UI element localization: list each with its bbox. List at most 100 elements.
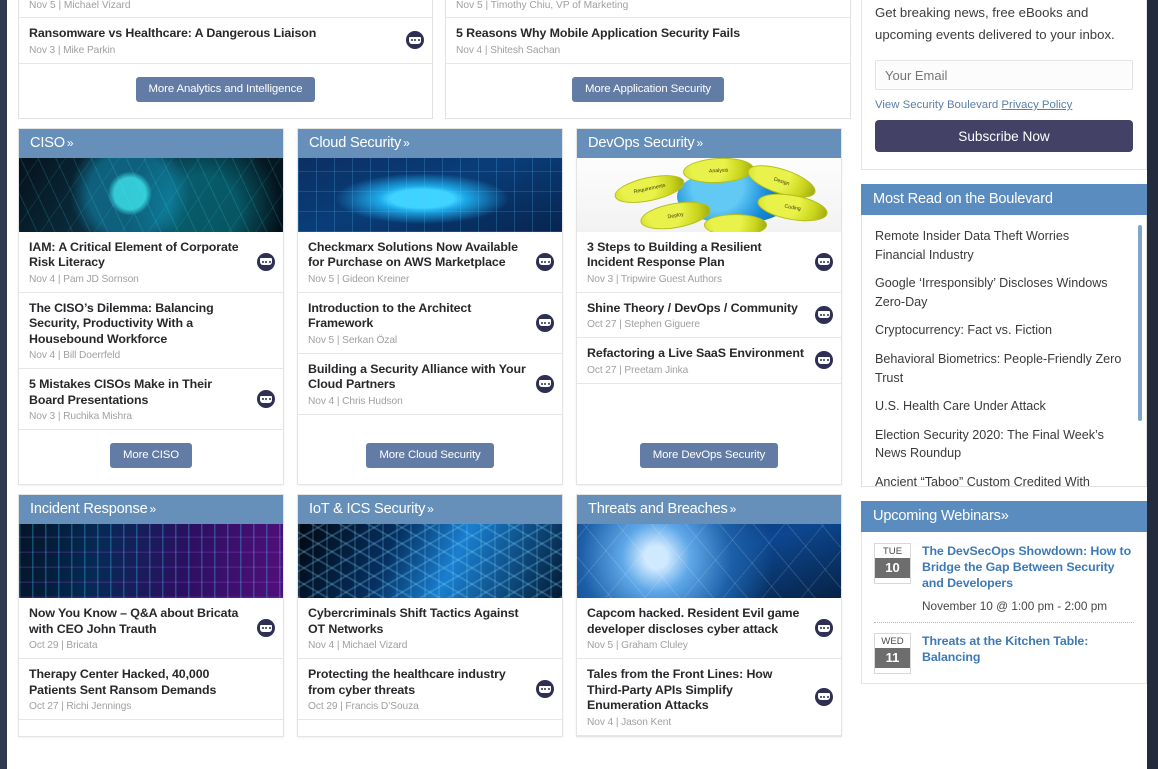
article-row[interactable]: 5 Mistakes CISOs Make in Their Board Pre… bbox=[19, 369, 283, 430]
subscribe-now-button[interactable]: Subscribe Now bbox=[875, 120, 1133, 152]
article-title[interactable]: Capcom hacked. Resident Evil game develo… bbox=[587, 606, 807, 637]
article-row[interactable]: Therapy Center Hacked, 40,000 Patients S… bbox=[19, 659, 283, 720]
ciso-thumbnail-image[interactable] bbox=[19, 157, 283, 232]
article-title[interactable]: Introduction to the Architect Framework bbox=[308, 301, 528, 332]
article-row[interactable]: IAM: A Critical Element of Corporate Ris… bbox=[19, 232, 283, 293]
article-title[interactable]: Building a Security Alliance with Your C… bbox=[308, 362, 528, 393]
comments-icon[interactable] bbox=[536, 374, 554, 393]
most-read-item[interactable]: U.S. Health Care Under Attack bbox=[875, 397, 1132, 416]
article-title[interactable]: Shine Theory / DevOps / Community bbox=[587, 301, 807, 317]
incident-response-thumbnail-image[interactable] bbox=[19, 524, 283, 598]
more-devops-security-button[interactable]: More DevOps Security bbox=[639, 443, 779, 468]
article-title[interactable]: 5 Mistakes CISOs Make in Their Board Pre… bbox=[29, 377, 249, 408]
email-input[interactable] bbox=[875, 60, 1133, 90]
comment-bubble bbox=[539, 319, 551, 326]
article-title[interactable]: 5 Reasons Why Mobile Application Securit… bbox=[456, 26, 816, 42]
comments-icon[interactable] bbox=[536, 252, 554, 271]
more-analytics-and-intelligence-button[interactable]: More Analytics and Intelligence bbox=[135, 76, 316, 102]
category-header-devops-security[interactable]: DevOps Security» bbox=[577, 128, 841, 158]
webinar-title-link[interactable]: Threats at the Kitchen Table: Balancing bbox=[922, 633, 1134, 665]
article-title[interactable]: Tales from the Front Lines: How Third-Pa… bbox=[587, 667, 807, 714]
upcoming-webinars-header[interactable]: Upcoming Webinars» bbox=[861, 501, 1147, 532]
article-row[interactable]: Checkmarx Solutions Now Available for Pu… bbox=[298, 232, 562, 293]
category-header-incident-response[interactable]: Incident Response» bbox=[19, 495, 283, 524]
webinar-item[interactable]: TUE 10 The DevSecOps Showdown: How to Brid… bbox=[874, 543, 1134, 622]
chevron-right-icon: » bbox=[149, 502, 156, 516]
privacy-policy-link[interactable]: Privacy Policy bbox=[1001, 99, 1072, 111]
article-row[interactable]: Tales from the Front Lines: How Third-Pa… bbox=[577, 659, 841, 736]
article-row[interactable]: 3 Steps to Building a Resilient Incident… bbox=[577, 232, 841, 293]
more-ciso-button[interactable]: More CISO bbox=[109, 443, 193, 468]
comments-icon[interactable] bbox=[815, 305, 833, 324]
comments-icon[interactable] bbox=[815, 619, 833, 637]
chevron-right-icon: » bbox=[66, 135, 74, 150]
comments-icon[interactable] bbox=[257, 252, 275, 271]
most-read-item[interactable]: Behavioral Biometrics: People-Friendly Z… bbox=[875, 350, 1132, 387]
article-title[interactable]: 3 Steps to Building a Resilient Incident… bbox=[587, 240, 807, 271]
category-header-threats-and-breaches[interactable]: Threats and Breaches» bbox=[577, 495, 841, 524]
webinar-title-link[interactable]: The DevSecOps Showdown: How to Bridge th… bbox=[922, 543, 1134, 592]
cloud-security-thumbnail-image[interactable] bbox=[298, 157, 562, 232]
article-row[interactable]: Now You Know – Q&A about Bricata with CE… bbox=[19, 598, 283, 659]
webinar-item[interactable]: WED 11 Threats at the Kitchen Table: Balan… bbox=[874, 632, 1134, 683]
article-title[interactable]: Now You Know – Q&A about Bricata with CE… bbox=[29, 606, 249, 637]
article-meta: Oct 29 | Francis D’Souza bbox=[308, 701, 419, 712]
devops-node-extra bbox=[703, 213, 768, 232]
comments-icon[interactable] bbox=[257, 390, 275, 408]
threats-and-breaches-thumbnail-image[interactable] bbox=[577, 524, 841, 598]
more-cloud-security-button[interactable]: More Cloud Security bbox=[366, 443, 494, 468]
comments-icon[interactable] bbox=[815, 252, 833, 271]
most-read-widget: Most Read on the Boulevard Remote Inside… bbox=[861, 184, 1147, 487]
article-row[interactable]: Introduction to the Architect Framework N… bbox=[298, 293, 562, 354]
category-title: IoT & ICS Security bbox=[309, 501, 426, 517]
article-row[interactable]: Capcom hacked. Resident Evil game develo… bbox=[577, 598, 841, 659]
comment-bubble bbox=[539, 258, 551, 265]
article-title[interactable]: Protecting the healthcare industry from … bbox=[308, 667, 528, 698]
comment-bubble bbox=[818, 624, 830, 632]
comments-icon[interactable] bbox=[257, 619, 275, 637]
category-header-ciso[interactable]: CISO» bbox=[19, 128, 283, 158]
comments-icon[interactable] bbox=[815, 687, 833, 706]
article-row[interactable]: The CISO’s Dilemma: Balancing Security, … bbox=[19, 293, 283, 369]
most-read-item[interactable]: Remote Insider Data Theft Worries Financ… bbox=[875, 227, 1132, 264]
chevron-right-icon: » bbox=[1000, 508, 1009, 524]
article-row[interactable]: Shine Theory / DevOps / Community Oct 27 … bbox=[577, 293, 841, 338]
most-read-scrollbar[interactable] bbox=[1138, 225, 1142, 421]
comments-icon[interactable] bbox=[536, 680, 554, 698]
article-meta: Oct 27 | Preetam Jinka bbox=[587, 364, 689, 376]
comments-icon[interactable] bbox=[406, 31, 424, 50]
article-title[interactable]: The CISO’s Dilemma: Balancing Security, … bbox=[29, 301, 249, 348]
category-title: Threats and Breaches bbox=[588, 501, 728, 517]
article-title[interactable]: Therapy Center Hacked, 40,000 Patients S… bbox=[29, 667, 249, 698]
comment-bubble bbox=[260, 258, 272, 265]
webinar-date-badge: WED 11 bbox=[874, 632, 911, 674]
comments-icon[interactable] bbox=[815, 351, 833, 370]
most-read-item[interactable]: Cryptocurrency: Fact vs. Fiction bbox=[875, 321, 1132, 340]
more-application-security-button[interactable]: More Application Security bbox=[571, 76, 725, 102]
most-read-item[interactable]: Ancient “Taboo” Custom Credited With bbox=[875, 473, 1132, 486]
article-title[interactable]: Refactoring a Live SaaS Environment bbox=[587, 346, 807, 362]
category-header-cloud-security[interactable]: Cloud Security» bbox=[298, 128, 562, 158]
category-card-threats-and-breaches: Threats and Breaches» Capcom hacked. Resi… bbox=[576, 494, 842, 737]
iot-ics-security-thumbnail-image[interactable] bbox=[298, 524, 562, 598]
category-title: Incident Response bbox=[30, 501, 148, 517]
devops-security-thumbnail-image[interactable]: Analysis Design Coding Requirements Deploy bbox=[577, 157, 841, 232]
article-row[interactable]: Building a Security Alliance with Your C… bbox=[298, 354, 562, 415]
most-read-item[interactable]: Google ‘Irresponsibly’ Discloses Windows… bbox=[875, 274, 1132, 311]
article-title[interactable]: IAM: A Critical Element of Corporate Ris… bbox=[29, 240, 249, 271]
category-card-grid: CISO» IAM: A Critical Element of Corporat… bbox=[7, 119, 853, 737]
comments-icon[interactable] bbox=[536, 313, 554, 332]
category-header-iot-ics-security[interactable]: IoT & ICS Security» bbox=[298, 495, 562, 524]
article-row[interactable]: Protecting the healthcare industry from … bbox=[298, 659, 562, 720]
article-title[interactable]: Cybercriminals Shift Tactics Against OT … bbox=[308, 606, 528, 637]
category-card-incident-response: Incident Response» Now You Know – Q&A abo… bbox=[18, 494, 284, 737]
most-read-item[interactable]: Election Security 2020: The Final Week’s… bbox=[875, 426, 1132, 463]
article-row[interactable]: Ransomware vs Healthcare: A Dangerous Li… bbox=[19, 18, 432, 64]
upcoming-webinars-widget: Upcoming Webinars» TUE 10 The DevSecOps Sh… bbox=[861, 501, 1147, 684]
article-meta: Nov 5 | Timothy Chiu, VP of Marketing bbox=[446, 0, 850, 18]
article-row[interactable]: 5 Reasons Why Mobile Application Securit… bbox=[446, 18, 850, 64]
article-title[interactable]: Checkmarx Solutions Now Available for Pu… bbox=[308, 240, 528, 271]
article-row[interactable]: Cybercriminals Shift Tactics Against OT … bbox=[298, 598, 562, 659]
article-row[interactable]: Refactoring a Live SaaS Environment Oct 2… bbox=[577, 338, 841, 384]
article-title[interactable]: Ransomware vs Healthcare: A Dangerous Li… bbox=[29, 26, 398, 42]
